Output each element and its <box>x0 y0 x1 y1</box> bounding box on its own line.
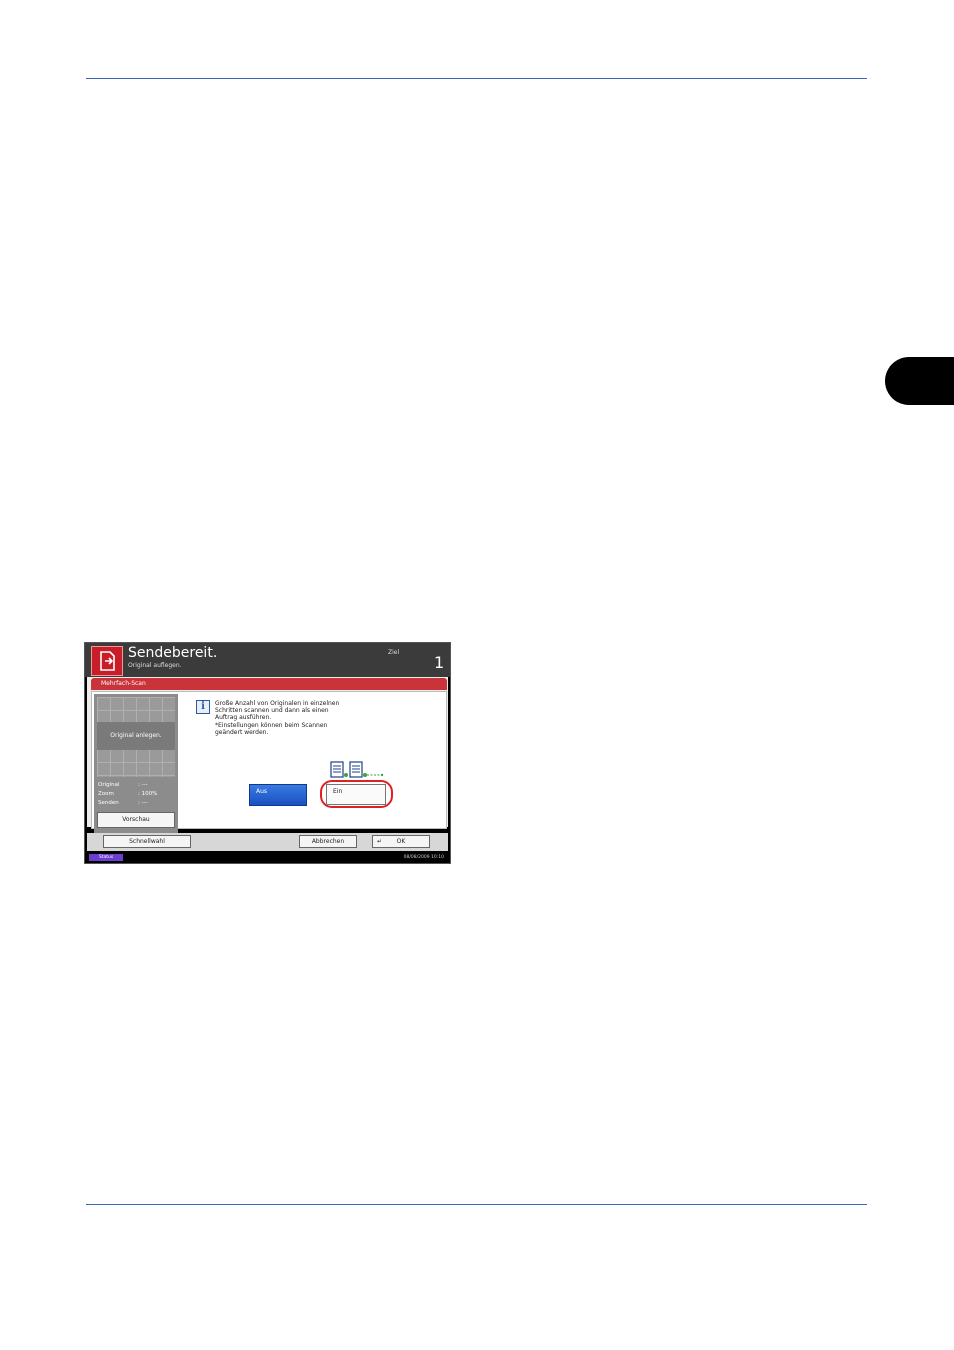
dialog-titlebar: Mehrfach-Scan <box>91 678 447 690</box>
preview-button[interactable]: Vorschau <box>97 812 175 828</box>
info-row-original: Original: --- <box>98 782 148 788</box>
enter-icon: ↵ <box>377 838 383 845</box>
preview-label: Original anlegen. <box>97 722 175 750</box>
quick-dial-button[interactable]: Schnellwahl <box>103 835 191 848</box>
preview-pane: Original anlegen. Original: --- Zoom: 10… <box>94 694 178 834</box>
send-document-icon <box>91 646 123 676</box>
info-icon: i <box>196 700 210 714</box>
dialog-title: Mehrfach-Scan <box>101 680 146 687</box>
cancel-button[interactable]: Abbrechen <box>299 835 357 848</box>
status-datetime: 08/08/2009 10:10 <box>403 855 444 860</box>
status-bar: Status 08/08/2009 10:10 <box>85 852 450 863</box>
destination-count: 1 <box>434 653 445 672</box>
multi-scan-documents-icon <box>330 761 384 778</box>
content-area: Mehrfach-Scan Original anlegen. Original… <box>87 677 448 834</box>
off-option-button[interactable]: Aus <box>249 784 307 806</box>
info-row-senden: Senden: --- <box>98 800 148 806</box>
info-row-zoom: Zoom: 100% <box>98 791 158 797</box>
on-option-button[interactable]: Ein <box>326 784 386 805</box>
bottom-bar: Schnellwahl Abbrechen ↵ OK <box>87 833 448 851</box>
footer-rule <box>86 1204 867 1205</box>
dialog-body: Original anlegen. Original: --- Zoom: 10… <box>91 691 447 834</box>
header-rule <box>86 78 867 79</box>
device-panel: Sendebereit. Original auflegen. Ziel 1 M… <box>84 642 451 864</box>
panel-subtitle: Original auflegen. <box>128 662 182 669</box>
chapter-tab <box>885 357 954 405</box>
info-text: Große Anzahl von Originalen in einzelnen… <box>215 700 340 736</box>
panel-header: Sendebereit. Original auflegen. Ziel 1 <box>85 643 450 677</box>
panel-title: Sendebereit. <box>128 645 218 661</box>
status-button[interactable]: Status <box>89 854 123 861</box>
ok-button[interactable]: ↵ OK <box>372 835 430 848</box>
destination-label: Ziel <box>388 649 400 656</box>
